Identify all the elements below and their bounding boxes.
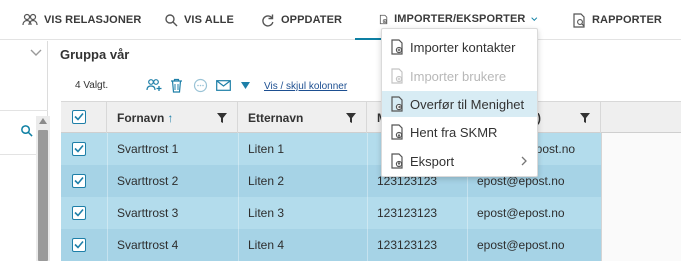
import-doc-icon [391,39,403,55]
refresh-button[interactable]: OPPDATER [260,0,342,40]
row-checkbox[interactable] [72,142,86,156]
caret-down-icon[interactable] [241,82,250,89]
menu-item-label: Eksport [410,154,455,169]
checkmark-icon [74,144,84,153]
show-relations-label: VIS RELASJONER [44,14,142,26]
search-icon [165,14,178,27]
chevron-right-icon [521,156,527,166]
vertical-scrollbar-thumb[interactable] [38,130,48,261]
checkmark-icon [74,176,84,185]
column-divider [238,133,239,261]
column-header-etternavn[interactable]: Etternavn [238,102,367,133]
divider [0,110,48,111]
column-header-label: Etternavn [248,110,304,125]
chevron-down-icon[interactable] [30,49,42,57]
mail-icon[interactable] [216,80,231,91]
checkmark-icon [74,112,84,121]
table-empty-area [601,133,681,261]
report-icon [573,12,585,28]
refresh-label: OPPDATER [281,14,343,26]
add-relation-icon[interactable] [146,78,162,93]
filter-icon[interactable] [217,113,227,123]
show-all-button[interactable]: VIS ALLE [164,0,234,40]
row-checkbox[interactable] [72,206,86,220]
cell-fornavn: Svarttrost 1 [117,142,179,156]
cell-etternavn: Liten 2 [248,174,285,188]
row-checkbox[interactable] [72,238,86,252]
menu-item-label: Overfør til Menighet [410,97,525,112]
select-all-header [61,102,107,133]
search-icon[interactable] [20,124,33,137]
row-checkbox[interactable] [72,174,86,188]
transfer-doc-icon [391,96,403,112]
table-row[interactable]: Svarttrost 4 Liten 4 123123123 epost@epo… [61,229,601,261]
chat-icon[interactable] [193,78,208,93]
people-icon [22,13,38,26]
show-all-label: VIS ALLE [184,14,234,26]
menu-item-label: Importer brukere [410,69,507,84]
sort-ascending-icon: ↑ [167,110,174,125]
cell-etternavn: Liten 3 [248,206,285,220]
select-all-checkbox[interactable] [72,110,86,124]
cell-fornavn: Svarttrost 4 [117,238,179,252]
menu-item-fetch-from-skmr[interactable]: Hent fra SKMR [382,119,537,145]
menu-item-label: Hent fra SKMR [410,125,498,140]
cell-epost: epost@epost.no [477,206,565,220]
cell-etternavn: Liten 1 [248,142,285,156]
menu-item-label: Importer kontakter [410,40,516,55]
menu-item-import-contacts[interactable]: Importer kontakter [382,34,537,60]
chevron-down-icon [531,17,538,21]
column-divider [367,133,368,261]
menu-item-import-users: Importer brukere [382,63,537,89]
filter-icon[interactable] [346,113,356,123]
checkmark-icon [74,208,84,217]
column-header-label: Fornavn [117,110,165,125]
show-relations-button[interactable]: VIS RELASJONER [22,0,141,40]
cell-etternavn: Liten 4 [248,238,285,252]
column-header-fornavn[interactable]: Fornavn ↑ [107,102,238,133]
refresh-icon [262,14,274,27]
cell-epost: epost@epost.no [477,238,565,252]
cell-mobil [367,133,377,165]
group-title: Gruppa vår [60,47,130,62]
column-divider [107,133,108,261]
import-export-dropdown: Importer kontakter Importer brukere Over… [381,28,538,177]
import-doc-icon [391,68,403,84]
export-doc-icon [391,153,403,169]
filter-icon[interactable] [580,113,590,123]
menu-item-export[interactable]: Eksport [382,148,537,174]
reports-label: RAPPORTER [592,14,662,26]
toggle-columns-link[interactable]: Vis / skjul kolonner [264,81,347,92]
cell-fornavn: Svarttrost 2 [117,174,179,188]
reports-button[interactable]: RAPPORTER [572,0,662,40]
cell-mobil: 123123123 [377,206,438,220]
selected-count: 4 Valgt. [75,80,109,91]
top-toolbar: VIS RELASJONER VIS ALLE OPPDATER IMPORTE… [0,0,681,40]
menu-item-transfer-to-congregation[interactable]: Overfør til Menighet [382,91,537,117]
import-export-icon [379,14,388,24]
import-export-label: IMPORTER/EKSPORTER [394,13,526,25]
table-header: Fornavn ↑ Etternavn M ) [61,101,681,133]
scroll-up-icon[interactable] [39,118,47,124]
fetch-doc-icon [391,124,403,140]
cell-fornavn: Svarttrost 3 [117,206,179,220]
table-row[interactable]: Svarttrost 3 Liten 3 123123123 epost@epo… [61,197,601,229]
cell-mobil: 123123123 [377,238,438,252]
checkmark-icon [74,240,84,249]
trash-icon[interactable] [170,78,183,93]
